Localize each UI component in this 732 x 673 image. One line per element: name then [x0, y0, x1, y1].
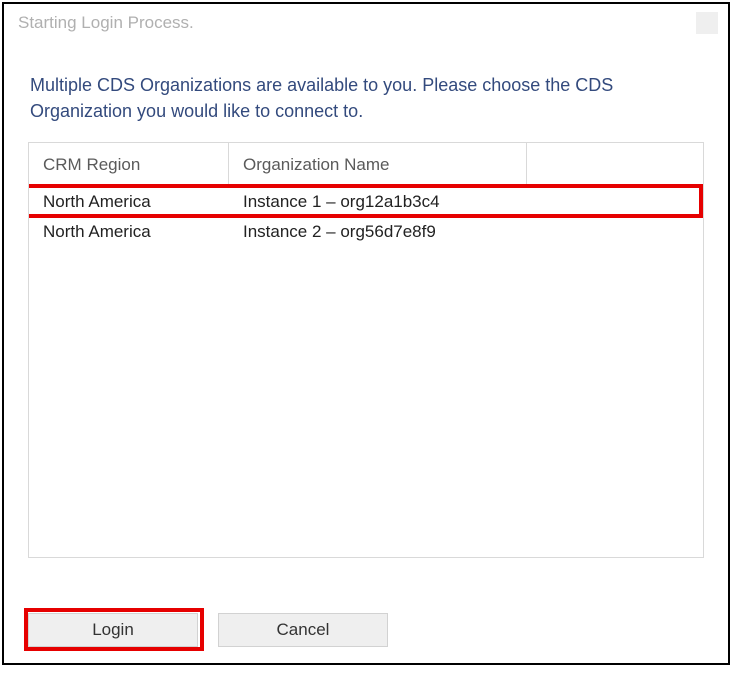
column-header-blank [527, 143, 703, 186]
cell-org: Instance 2 – org56d7e8f9 [229, 217, 527, 247]
grid-header: CRM Region Organization Name [29, 143, 703, 187]
login-window: Starting Login Process. × Multiple CDS O… [2, 2, 730, 665]
table-row[interactable]: North America Instance 2 – org56d7e8f9 [29, 217, 703, 247]
table-row[interactable]: North America Instance 1 – org12a1b3c4 [29, 187, 703, 217]
cancel-button[interactable]: Cancel [218, 613, 388, 647]
login-button[interactable]: Login [28, 613, 198, 647]
cell-region: North America [29, 187, 229, 217]
titlebar: Starting Login Process. × [4, 4, 728, 42]
column-header-org[interactable]: Organization Name [229, 143, 527, 186]
organization-grid: CRM Region Organization Name North Ameri… [28, 142, 704, 558]
grid-body: North America Instance 1 – org12a1b3c4 N… [29, 187, 703, 247]
column-header-region[interactable]: CRM Region [29, 143, 229, 186]
cell-region: North America [29, 217, 229, 247]
button-bar: Login Cancel [28, 613, 388, 647]
close-button[interactable]: × [696, 12, 718, 34]
window-title: Starting Login Process. [18, 13, 194, 33]
close-icon: × [703, 16, 711, 30]
cell-org: Instance 1 – org12a1b3c4 [229, 187, 527, 217]
instructions-text: Multiple CDS Organizations are available… [4, 42, 728, 142]
